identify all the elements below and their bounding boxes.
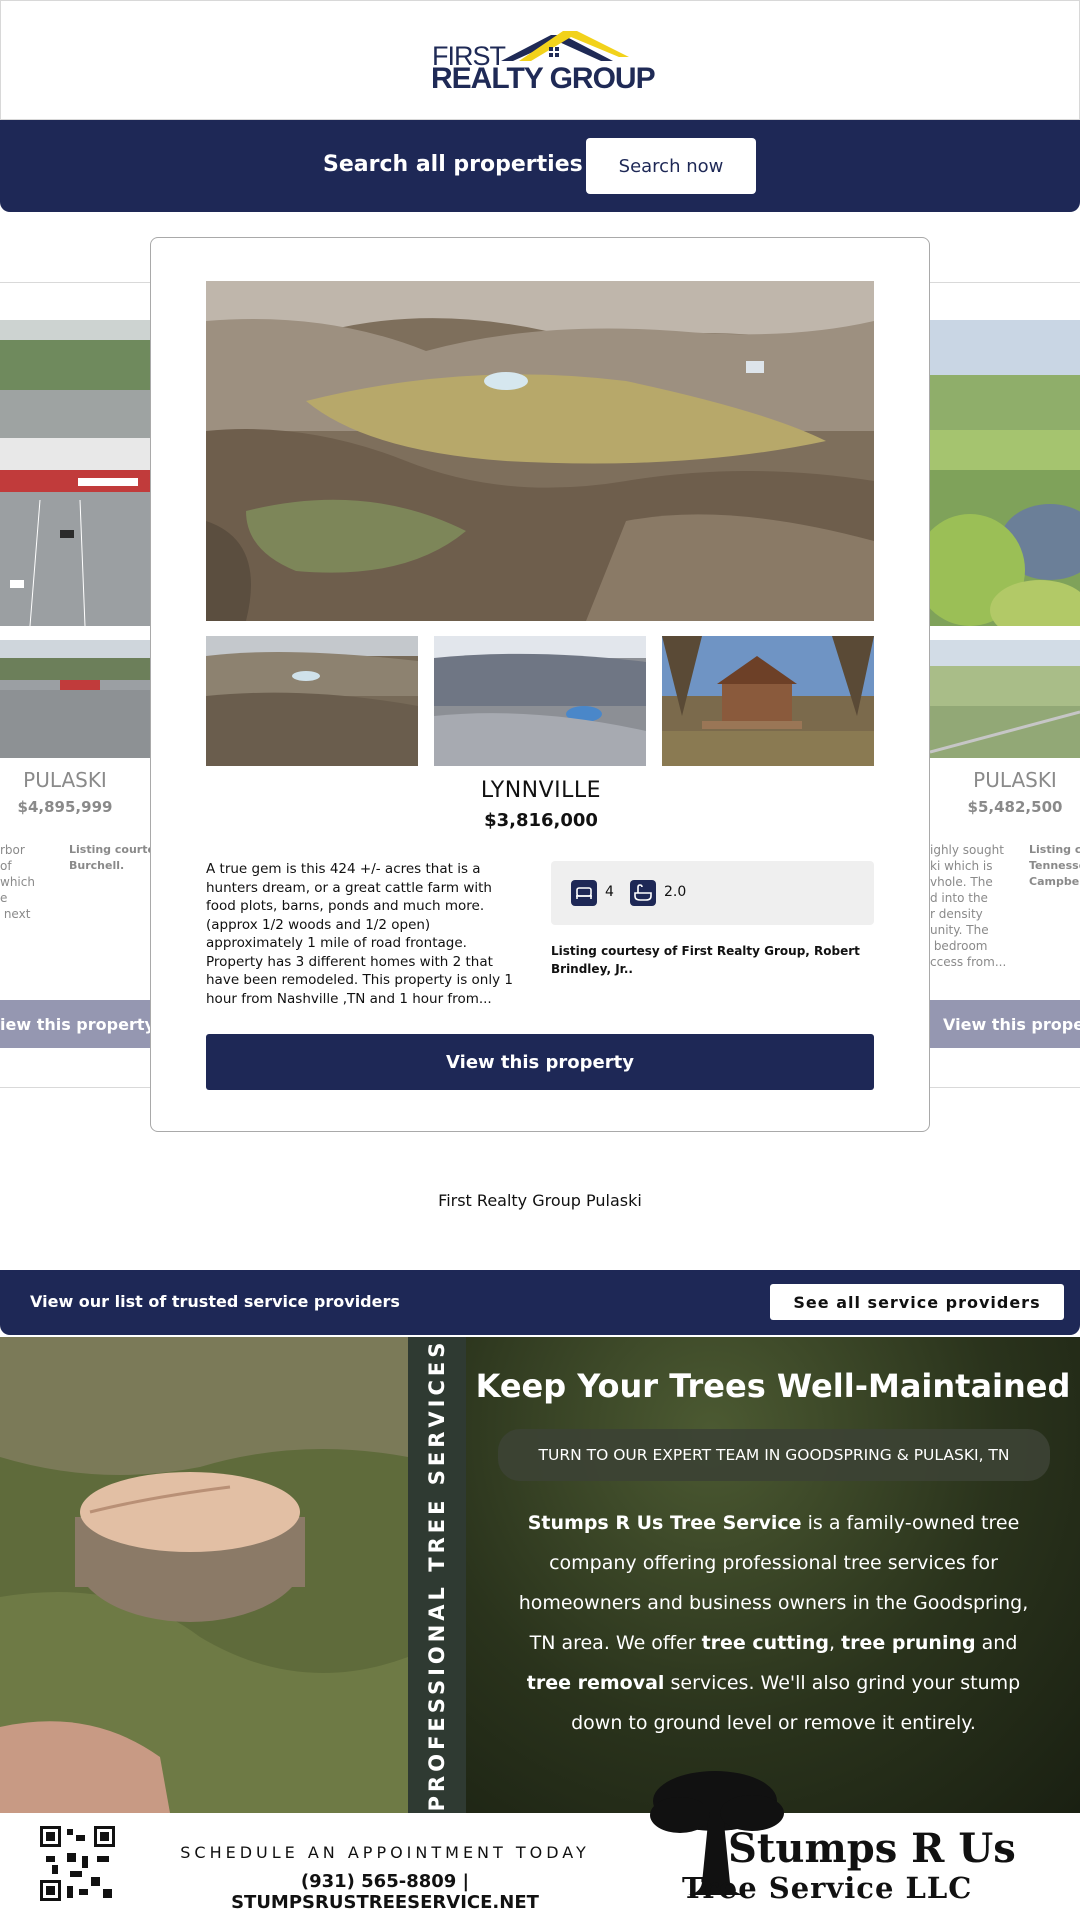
bed-icon <box>571 880 597 906</box>
listing-price-left: $4,895,999 <box>17 798 113 816</box>
roof-icon <box>501 31 629 61</box>
listing-card-left[interactable]: PULASKI $4,895,999 rbor of which e next … <box>0 320 150 1050</box>
search-now-button[interactable]: Search now <box>586 138 756 194</box>
listing-city-left: PULASKI <box>23 768 107 792</box>
view-property-button-right[interactable]: View this proper <box>930 1000 1080 1048</box>
listing-thumb-1[interactable] <box>206 636 418 766</box>
first-realty-logo[interactable]: FIRST REALTY GROUP <box>431 29 656 95</box>
listing-courtesy-right: Listing c Tennesse Campbel <box>1029 843 1080 888</box>
listing-courtesy-left: Listing courte Burchell. <box>69 843 150 872</box>
listing-description: A true gem is this 424 +/- acres that is… <box>206 861 513 1007</box>
listing-city: LYNNVILLE <box>480 778 602 803</box>
listing-thumb-right[interactable] <box>930 640 1080 758</box>
see-all-service-providers-button[interactable]: See all service providers <box>770 1284 1064 1320</box>
logo-text-realty-group: REALTY GROUP <box>431 62 656 95</box>
listing-main-photo[interactable] <box>206 281 874 621</box>
ad-title: Keep Your Trees Well-Maintained <box>475 1367 1071 1405</box>
ad-content: Keep Your Trees Well-Maintained TURN TO … <box>466 1337 1080 1813</box>
qr-code-icon <box>40 1826 115 1901</box>
listing-thumb-left[interactable] <box>0 640 150 758</box>
tree-service-ad[interactable]: PROFESSIONAL TREE SERVICES Keep Your Tre… <box>0 1337 1080 1920</box>
ad-side-strip: PROFESSIONAL TREE SERVICES <box>408 1337 466 1813</box>
listing-photo-right[interactable] <box>930 320 1080 626</box>
stump-photo <box>0 1337 408 1813</box>
bathroom-count: 2.0 <box>664 884 687 900</box>
ad-tagline: TURN TO OUR EXPERT TEAM IN GOODSPRING & … <box>498 1429 1050 1481</box>
listing-thumb-2[interactable] <box>434 636 646 766</box>
ad-company-name: Stumps R Us Tree Service <box>527 1512 802 1534</box>
listing-thumb-3[interactable] <box>662 636 874 766</box>
ad-strip-text: PROFESSIONAL TREE SERVICES <box>425 1338 449 1812</box>
listing-card-right[interactable]: PULASKI $5,482,500 ighly sought ki which… <box>930 320 1080 1050</box>
listing-city-right: PULASKI <box>973 768 1057 792</box>
office-name: First Realty Group Pulaski <box>438 1191 642 1210</box>
listing-desc-left: rbor of which e next <box>0 843 35 921</box>
listing-price-right: $5,482,500 <box>967 798 1063 816</box>
listing-features: 4 2.0 <box>551 861 874 925</box>
listing-desc-right: ighly sought ki which is vhole. The d in… <box>930 843 1007 969</box>
search-band: Search all properties Search now <box>0 120 1080 212</box>
search-title: Search all properties <box>323 152 583 177</box>
site-header: FIRST REALTY GROUP <box>0 0 1080 120</box>
service-providers-text: View our list of trusted service provide… <box>30 1292 400 1311</box>
brand-subtitle: Tree Service LLC <box>682 1871 973 1905</box>
schedule-text: SCHEDULE AN APPOINTMENT TODAY <box>180 1843 590 1862</box>
ad-footer: SCHEDULE AN APPOINTMENT TODAY (931) 565-… <box>0 1771 1080 1920</box>
listing-card-featured[interactable]: LYNNVILLE $3,816,000 A true gem is this … <box>150 237 930 1132</box>
listing-photo-left[interactable] <box>0 320 150 626</box>
listing-price: $3,816,000 <box>484 810 598 831</box>
service-providers-band: View our list of trusted service provide… <box>0 1270 1080 1335</box>
brand-name: Stumps R Us <box>728 1825 1016 1872</box>
bedroom-count: 4 <box>605 884 614 900</box>
phone-and-website[interactable]: (931) 565-8809 | STUMPSRUSTREESERVICE.NE… <box>155 1871 615 1913</box>
bath-icon <box>630 880 656 906</box>
view-property-button[interactable]: View this property <box>206 1034 874 1090</box>
ad-body: Stumps R Us Tree Service is a family-own… <box>518 1512 1029 1734</box>
listing-courtesy: Listing courtesy of First Realty Group, … <box>551 944 860 976</box>
view-property-button-left[interactable]: iew this property <box>0 1000 150 1048</box>
